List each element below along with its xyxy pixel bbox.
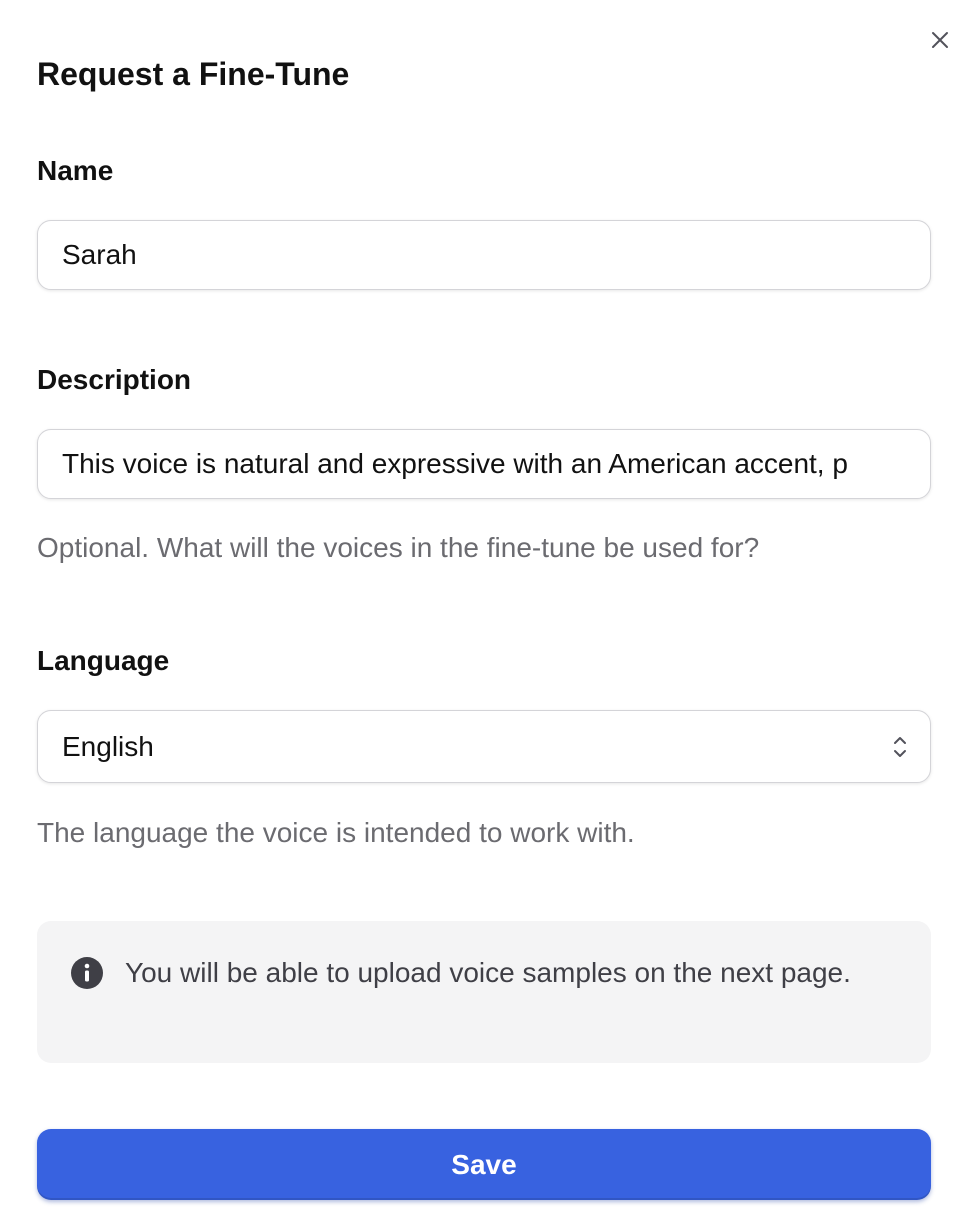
name-label: Name: [37, 155, 114, 186]
name-input[interactable]: Sarah: [37, 220, 931, 290]
info-notice-text: You will be able to upload voice samples…: [125, 957, 851, 988]
name-input-value: Sarah: [62, 239, 137, 270]
description-input[interactable]: This voice is natural and expressive wit…: [37, 429, 931, 499]
language-label: Language: [37, 645, 170, 676]
language-helper-text: The language the voice is intended to wo…: [37, 817, 635, 848]
info-notice: You will be able to upload voice samples…: [37, 921, 931, 1063]
dialog-title: Request a Fine-Tune: [37, 56, 350, 92]
save-button[interactable]: Save: [37, 1129, 931, 1200]
info-icon: [71, 957, 103, 989]
fine-tune-dialog: Request a Fine-Tune Name Sarah Descripti…: [0, 0, 976, 1228]
chevron-up-down-icon: [894, 736, 906, 757]
description-label: Description: [37, 364, 192, 395]
language-selected-value: English: [62, 731, 154, 762]
close-button[interactable]: [924, 24, 956, 56]
close-icon: [932, 32, 948, 48]
description-helper-text: Optional. What will the voices in the fi…: [37, 532, 760, 563]
language-select[interactable]: English: [37, 710, 931, 783]
description-input-value: This voice is natural and expressive wit…: [62, 448, 848, 479]
